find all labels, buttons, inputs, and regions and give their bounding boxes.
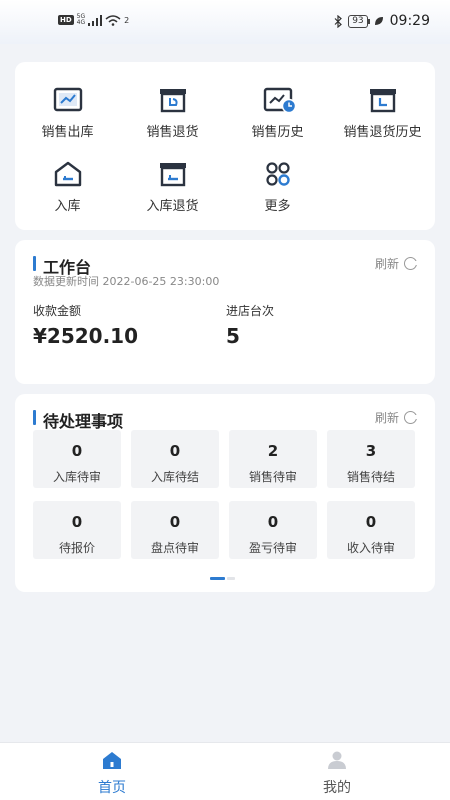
todo-item[interactable]: 0 盘点待审 <box>131 501 219 559</box>
todo-count: 0 <box>71 442 83 460</box>
stat-value-revenue: ¥2520.10 <box>33 324 139 348</box>
page-indicator <box>210 577 235 580</box>
menu-label: 销售退货历史 <box>343 125 422 140</box>
hd-badge: HD <box>58 15 74 25</box>
update-time: 数据更新时间 2022-06-25 23:30:00 <box>33 275 220 288</box>
signal-icon <box>88 14 103 26</box>
menu-label: 入库 <box>54 199 81 214</box>
todo-label: 盈亏待审 <box>248 541 297 555</box>
status-left: HD 5G 4G 2 <box>58 14 129 26</box>
todo-count: 2 <box>267 442 279 460</box>
network-indicator: 5G 4G <box>77 14 85 26</box>
sales-out-icon <box>53 86 83 114</box>
todo-label: 入库待结 <box>150 470 199 484</box>
todo-label: 销售待结 <box>346 470 395 484</box>
menu-sales-out[interactable]: 销售出库 <box>15 86 120 140</box>
todo-label: 待报价 <box>58 541 95 555</box>
more-icon <box>263 160 293 188</box>
menu-label: 更多 <box>264 199 291 214</box>
stat-label-revenue: 收款金额 <box>33 304 82 318</box>
tab-home-label: 首页 <box>98 780 126 796</box>
todo-item[interactable]: 0 盈亏待审 <box>229 501 317 559</box>
tab-home[interactable]: 首页 <box>52 751 172 797</box>
sales-history-icon <box>263 86 296 114</box>
bluetooth-icon <box>334 14 343 28</box>
status-bar: HD 5G 4G 2 93 09:29 <box>0 0 450 44</box>
menu-label: 入库退货 <box>146 199 199 214</box>
refresh-label: 刷新 <box>374 257 399 271</box>
todo-title: 待处理事项 <box>33 408 123 432</box>
menu-more[interactable]: 更多 <box>225 160 330 214</box>
stock-in-icon <box>53 160 83 188</box>
wifi-icon <box>105 15 121 26</box>
user-icon <box>328 751 346 769</box>
todo-count: 3 <box>365 442 377 460</box>
tab-mine-label: 我的 <box>323 780 351 796</box>
status-right: 93 09:29 <box>334 13 430 29</box>
todo-label: 盘点待审 <box>150 541 199 555</box>
refresh-label: 刷新 <box>374 411 399 425</box>
tab-mine[interactable]: 我的 <box>277 751 397 797</box>
menu-sales-history[interactable]: 销售历史 <box>225 86 330 140</box>
todo-count: 0 <box>169 513 181 531</box>
sales-return-history-icon <box>368 86 398 114</box>
todo-item[interactable]: 0 收入待审 <box>327 501 415 559</box>
sales-return-icon <box>158 86 188 114</box>
workbench-card: 工作台 刷新 数据更新时间 2022-06-25 23:30:00 收款金额 ¥… <box>15 240 435 384</box>
menu-sales-return-history[interactable]: 销售退货历史 <box>330 86 435 140</box>
todo-item[interactable]: 3 销售待结 <box>327 430 415 488</box>
battery-indicator: 93 <box>348 14 371 28</box>
quick-menu-card: 销售出库 销售退货 销售历史 销售退货历史 入库 入库退货 更多 <box>15 62 435 230</box>
stat-label-visits: 进店台次 <box>226 304 275 318</box>
todo-count: 0 <box>71 513 83 531</box>
clock: 09:29 <box>389 13 430 29</box>
todo-count: 0 <box>365 513 377 531</box>
bottom-tab-bar: 首页 我的 <box>0 742 450 800</box>
refresh-icon <box>404 257 419 270</box>
wifi-sup: 2 <box>124 15 130 25</box>
todo-label: 收入待审 <box>346 541 395 555</box>
todo-card: 待处理事项 刷新 0 入库待审 0 入库待结 2 销售待审 3 销售待结 0 待… <box>15 394 435 592</box>
stock-in-return-icon <box>158 160 188 188</box>
todo-item[interactable]: 0 待报价 <box>33 501 121 559</box>
menu-stock-in-return[interactable]: 入库退货 <box>120 160 225 214</box>
page-dot-active <box>210 577 225 580</box>
todo-label: 入库待审 <box>52 470 101 484</box>
todo-count: 0 <box>169 442 181 460</box>
stat-value-visits: 5 <box>226 324 240 348</box>
todo-label: 销售待审 <box>248 470 297 484</box>
todo-item[interactable]: 0 入库待结 <box>131 430 219 488</box>
menu-label: 销售历史 <box>251 125 304 140</box>
menu-label: 销售出库 <box>41 125 94 140</box>
page-dot <box>227 577 235 580</box>
workbench-refresh-button[interactable]: 刷新 <box>374 255 419 272</box>
home-icon <box>103 752 121 769</box>
menu-label: 销售退货 <box>146 125 199 140</box>
refresh-icon <box>404 411 419 424</box>
todo-refresh-button[interactable]: 刷新 <box>374 409 419 426</box>
network-type-bottom: 4G <box>76 19 86 26</box>
todo-count: 0 <box>267 513 279 531</box>
leaf-icon <box>374 17 383 25</box>
todo-item[interactable]: 0 入库待审 <box>33 430 121 488</box>
todo-item[interactable]: 2 销售待审 <box>229 430 317 488</box>
menu-sales-return[interactable]: 销售退货 <box>120 86 225 140</box>
menu-stock-in[interactable]: 入库 <box>15 160 120 214</box>
